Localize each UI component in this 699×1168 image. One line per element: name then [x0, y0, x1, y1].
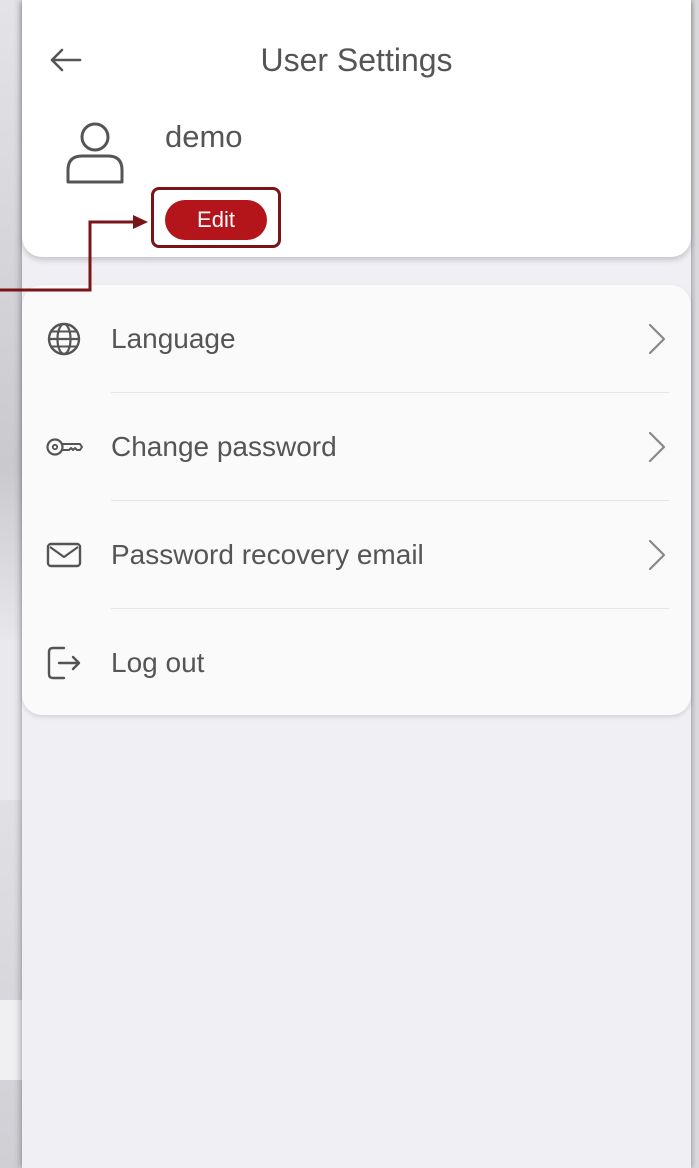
chevron-right-icon: [648, 539, 666, 571]
chevron-right-icon: [648, 431, 666, 463]
logout-icon: [47, 646, 81, 680]
settings-menu: Language Change password Password recove…: [22, 285, 691, 715]
menu-item-label: Log out: [111, 647, 205, 678]
user-icon: [66, 122, 124, 184]
phone-screen: User Settings demo Edit Language Change …: [22, 0, 691, 1168]
menu-item-recovery-email[interactable]: Password recovery email: [22, 501, 691, 608]
menu-item-change-password[interactable]: Change password: [22, 393, 691, 500]
background-blur: [0, 0, 22, 1168]
edit-highlight-box: [151, 187, 281, 248]
profile-header-card: User Settings demo Edit: [22, 0, 691, 257]
envelope-icon: [46, 542, 82, 568]
globe-icon: [47, 322, 81, 356]
menu-item-label: Language: [111, 323, 236, 354]
chevron-right-icon: [648, 323, 666, 355]
menu-item-logout[interactable]: Log out: [22, 609, 691, 716]
background-band: [0, 1000, 22, 1080]
key-icon: [46, 438, 83, 456]
background-band: [0, 640, 22, 800]
menu-item-label: Password recovery email: [111, 539, 424, 570]
menu-item-language[interactable]: Language: [22, 285, 691, 392]
menu-item-label: Change password: [111, 431, 337, 462]
username: demo: [165, 119, 243, 154]
page-title: User Settings: [260, 42, 453, 78]
